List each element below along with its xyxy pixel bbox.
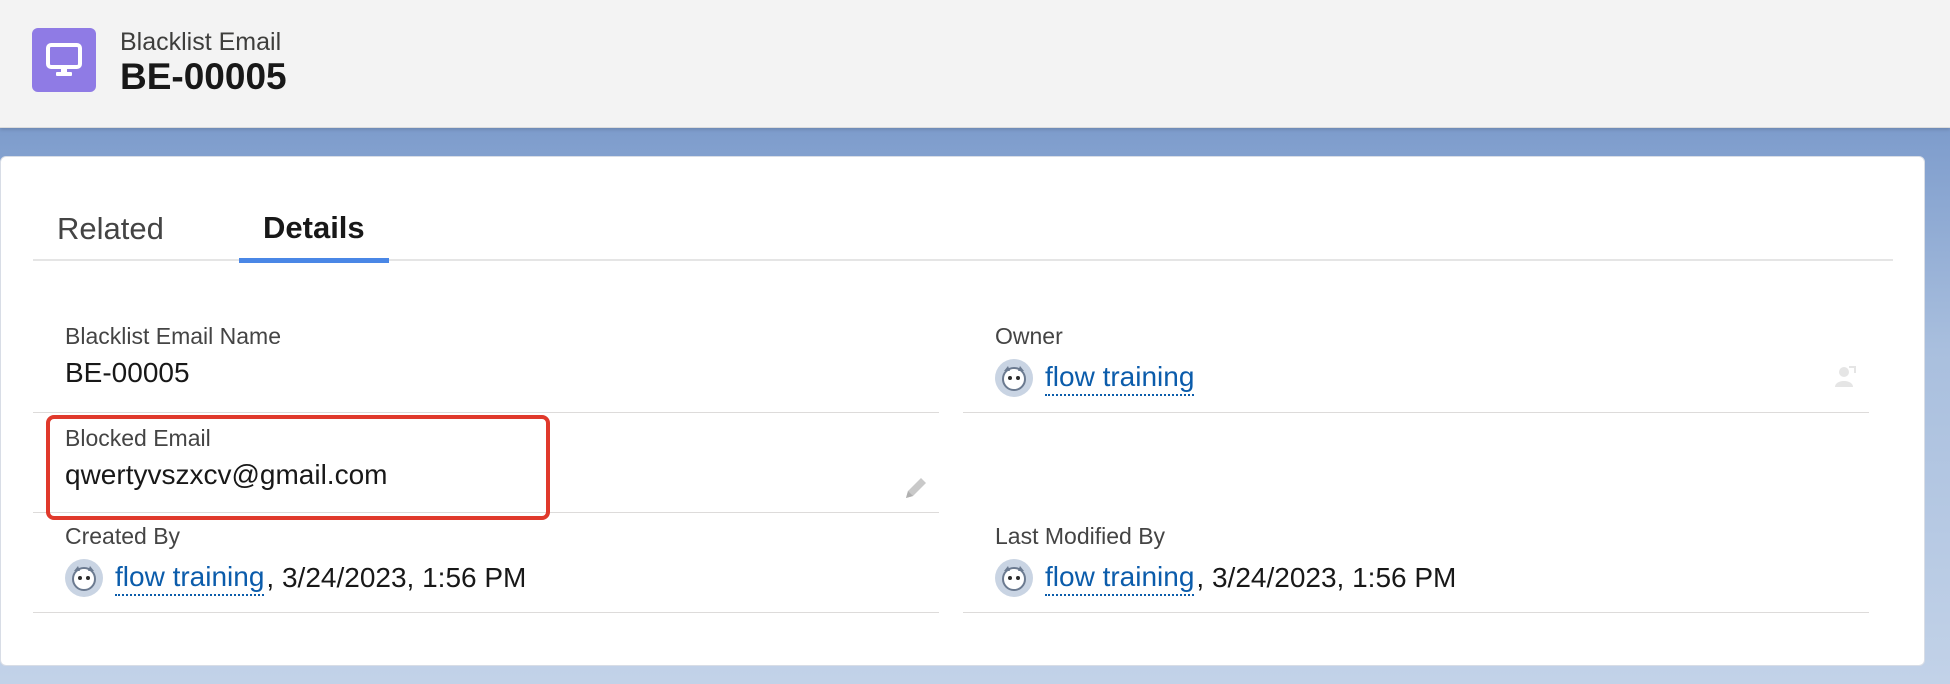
page-title: BE-00005 bbox=[120, 56, 287, 97]
field-label: Last Modified By bbox=[995, 523, 1166, 549]
tab-related[interactable]: Related bbox=[33, 197, 188, 261]
field-value: flow training , 3/24/2023, 1:56 PM bbox=[995, 559, 1456, 597]
object-type-label: Blacklist Email bbox=[120, 28, 282, 56]
field-value: flow training bbox=[995, 359, 1195, 397]
record-header: Blacklist Email BE-00005 bbox=[0, 0, 1950, 128]
field-owner: Owner flow training bbox=[963, 323, 1869, 413]
created-by-link[interactable]: flow training bbox=[115, 560, 265, 596]
field-label: Blacklist Email Name bbox=[65, 323, 281, 349]
owner-link[interactable]: flow training bbox=[1045, 360, 1195, 396]
change-owner-icon[interactable] bbox=[1831, 363, 1857, 394]
tab-details[interactable]: Details bbox=[239, 197, 389, 263]
field-blacklist-email-name: Blacklist Email Name BE-00005 bbox=[33, 323, 939, 413]
avatar bbox=[995, 359, 1033, 397]
desktop-icon bbox=[32, 28, 96, 92]
field-value: flow training , 3/24/2023, 1:56 PM bbox=[65, 559, 526, 597]
field-created-by: Created By flow training , 3/24/2023, 1:… bbox=[33, 523, 939, 613]
pencil-edit-icon[interactable] bbox=[901, 473, 931, 508]
details-card: Related Details Blacklist Email Name BE-… bbox=[0, 156, 1925, 666]
avatar bbox=[65, 559, 103, 597]
record-name-value: BE-00005 bbox=[65, 357, 190, 388]
field-value: BE-00005 bbox=[65, 357, 190, 389]
field-label: Owner bbox=[995, 323, 1063, 349]
tab-bar: Related Details bbox=[33, 197, 1893, 263]
field-label: Created By bbox=[65, 523, 181, 549]
highlight-box bbox=[46, 415, 550, 520]
last-modified-date: , 3/24/2023, 1:56 PM bbox=[1196, 562, 1457, 593]
last-modified-by-link[interactable]: flow training bbox=[1045, 560, 1195, 596]
field-last-modified-by: Last Modified By flow training , 3/24/20… bbox=[963, 523, 1869, 613]
avatar bbox=[995, 559, 1033, 597]
created-date: , 3/24/2023, 1:56 PM bbox=[266, 562, 527, 593]
